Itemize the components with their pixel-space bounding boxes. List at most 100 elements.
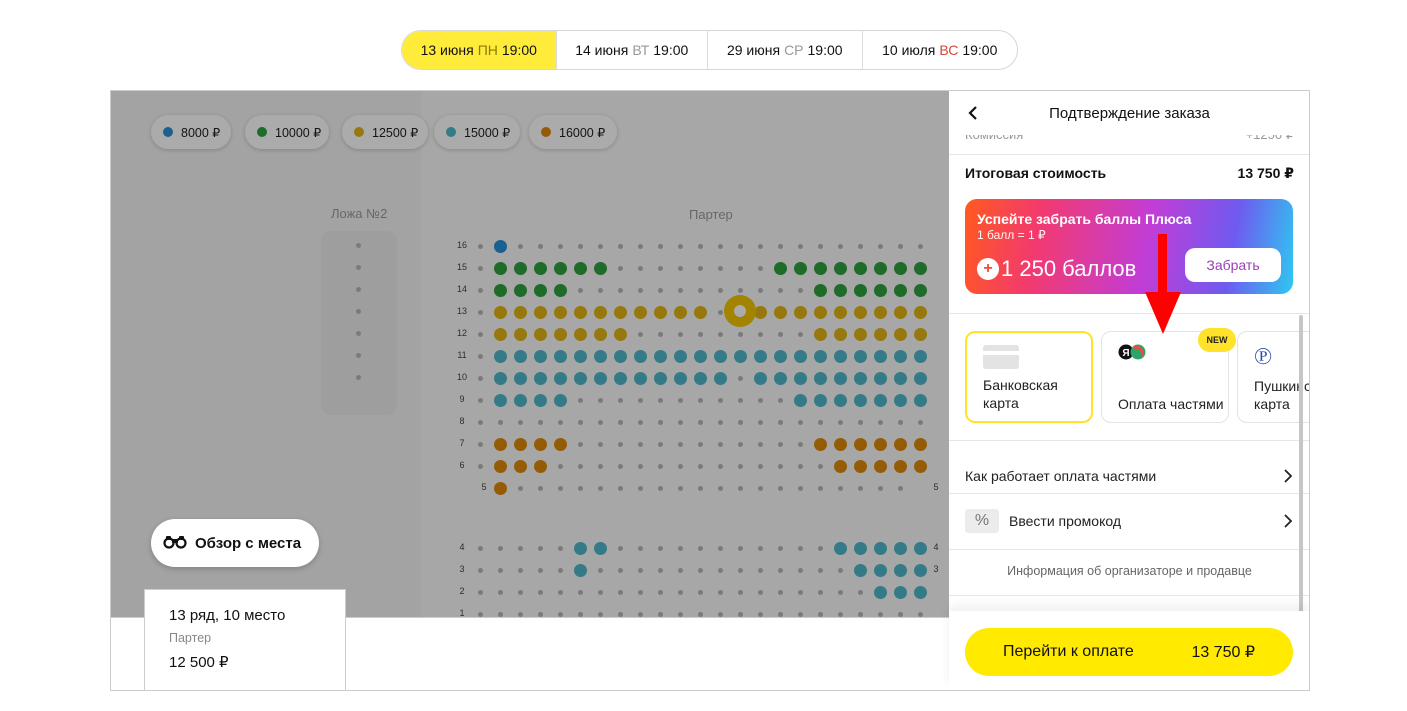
seat[interactable] (837, 611, 843, 617)
seat[interactable] (717, 545, 723, 551)
seat[interactable] (637, 611, 643, 617)
seat[interactable] (697, 419, 703, 425)
seat[interactable] (757, 485, 763, 491)
date-tab-14-june[interactable]: 14 июня ВТ 19:00 (557, 31, 709, 69)
seat[interactable] (713, 349, 727, 363)
seat[interactable] (617, 611, 623, 617)
seat[interactable] (493, 481, 507, 495)
seat[interactable] (797, 243, 803, 249)
seat[interactable] (873, 585, 887, 599)
seat[interactable] (657, 397, 663, 403)
seat[interactable] (853, 349, 867, 363)
seat[interactable] (737, 287, 743, 293)
seat[interactable] (513, 327, 527, 341)
seat[interactable] (553, 349, 567, 363)
seat[interactable] (533, 371, 547, 385)
loge-seat[interactable] (356, 309, 361, 314)
seat[interactable] (673, 371, 687, 385)
seat[interactable] (477, 419, 483, 425)
seat[interactable] (637, 441, 643, 447)
seat[interactable] (573, 563, 587, 577)
seat[interactable] (737, 545, 743, 551)
seat[interactable] (873, 327, 887, 341)
seat[interactable] (737, 485, 743, 491)
seat[interactable] (477, 567, 483, 573)
seat[interactable] (517, 545, 523, 551)
seat[interactable] (757, 419, 763, 425)
seat[interactable] (493, 327, 507, 341)
seat[interactable] (657, 463, 663, 469)
seat[interactable] (617, 419, 623, 425)
seat[interactable] (873, 305, 887, 319)
seat[interactable] (717, 287, 723, 293)
seat[interactable] (657, 545, 663, 551)
seat[interactable] (617, 397, 623, 403)
seat[interactable] (657, 589, 663, 595)
seat[interactable] (833, 283, 847, 297)
seat[interactable] (833, 459, 847, 473)
seat[interactable] (793, 371, 807, 385)
seat[interactable] (913, 393, 927, 407)
seat[interactable] (553, 393, 567, 407)
seat[interactable] (497, 589, 503, 595)
seat[interactable] (513, 393, 527, 407)
seat[interactable] (893, 349, 907, 363)
legend-chip-15000[interactable]: 15000 ₽ (434, 115, 520, 149)
seat[interactable] (477, 545, 483, 551)
seat[interactable] (513, 261, 527, 275)
seat[interactable] (913, 459, 927, 473)
seat[interactable] (533, 261, 547, 275)
seat[interactable] (593, 261, 607, 275)
loge-seat[interactable] (356, 265, 361, 270)
seat[interactable] (657, 441, 663, 447)
seat[interactable] (833, 541, 847, 555)
seat[interactable] (573, 541, 587, 555)
seat[interactable] (817, 589, 823, 595)
seat[interactable] (753, 371, 767, 385)
seat[interactable] (493, 393, 507, 407)
seat[interactable] (697, 243, 703, 249)
seat[interactable] (513, 437, 527, 451)
seat[interactable] (593, 371, 607, 385)
seat[interactable] (757, 331, 763, 337)
seat[interactable] (813, 393, 827, 407)
seat[interactable] (617, 441, 623, 447)
seat[interactable] (893, 459, 907, 473)
seat[interactable] (793, 261, 807, 275)
seat[interactable] (833, 393, 847, 407)
seat[interactable] (817, 545, 823, 551)
date-tab-13-june[interactable]: 13 июня ПН 19:00 (402, 31, 557, 69)
scrollbar[interactable] (1299, 315, 1303, 611)
seat[interactable] (633, 371, 647, 385)
seat[interactable] (637, 265, 643, 271)
seat[interactable] (677, 243, 683, 249)
seat[interactable] (837, 567, 843, 573)
seat[interactable] (757, 611, 763, 617)
seat[interactable] (637, 331, 643, 337)
seat[interactable] (657, 567, 663, 573)
seat[interactable] (777, 463, 783, 469)
seat[interactable] (697, 567, 703, 573)
seat[interactable] (877, 419, 883, 425)
seat[interactable] (597, 287, 603, 293)
seat[interactable] (477, 589, 483, 595)
seat[interactable] (677, 485, 683, 491)
promo-code-link[interactable]: % Ввести промокод (949, 501, 1309, 541)
seat[interactable] (873, 563, 887, 577)
seat[interactable] (913, 437, 927, 451)
seat[interactable] (777, 243, 783, 249)
seat[interactable] (797, 331, 803, 337)
seat[interactable] (477, 441, 483, 447)
seat[interactable] (873, 393, 887, 407)
seat[interactable] (817, 567, 823, 573)
seat[interactable] (617, 463, 623, 469)
seat[interactable] (877, 243, 883, 249)
seat[interactable] (553, 283, 567, 297)
seat[interactable] (893, 563, 907, 577)
seat[interactable] (593, 327, 607, 341)
seat[interactable] (873, 541, 887, 555)
seat[interactable] (737, 419, 743, 425)
seat[interactable] (857, 611, 863, 617)
seat[interactable] (717, 485, 723, 491)
seat[interactable] (517, 589, 523, 595)
